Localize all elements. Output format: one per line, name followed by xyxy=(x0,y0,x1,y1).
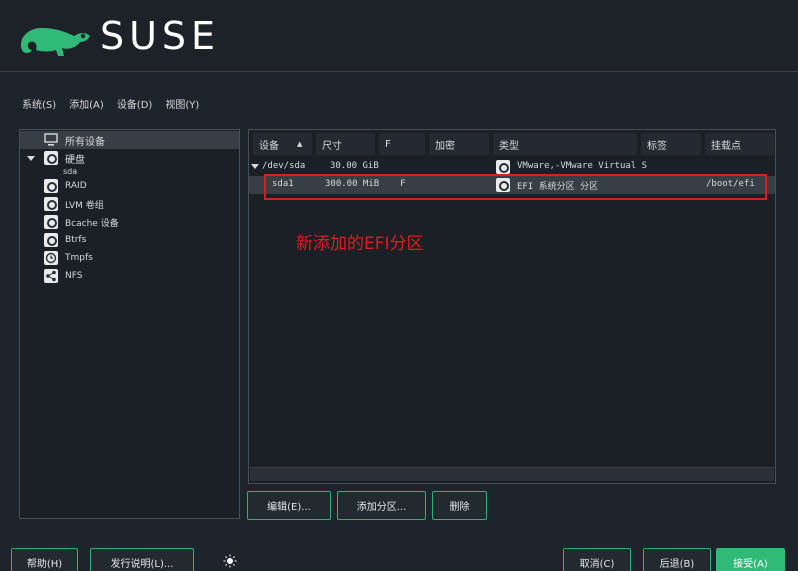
tree-item-tmpfs[interactable]: Tmpfs xyxy=(20,249,239,267)
share-icon xyxy=(44,269,58,283)
tree-item-nfs[interactable]: NFS xyxy=(20,267,239,285)
tree-item-label: 硬盘 xyxy=(65,154,85,166)
accept-button[interactable]: 接受(A) xyxy=(716,548,785,571)
back-button[interactable]: 后退(B) xyxy=(643,548,711,571)
edit-button[interactable]: 编辑(E)... xyxy=(247,491,331,520)
tree-item-label: NFS xyxy=(65,271,83,281)
tree-item-sda[interactable]: sda xyxy=(20,165,239,177)
column-header-f[interactable]: F xyxy=(379,133,426,155)
help-button[interactable]: 帮助(H) xyxy=(11,548,78,571)
column-header-label: 设备 xyxy=(259,140,279,152)
annotation-text: 新添加的EFI分区 xyxy=(296,234,424,254)
menu-device[interactable]: 设备(D) xyxy=(117,96,153,112)
sort-ascending-icon: ▲ xyxy=(297,140,303,148)
cell-device: /dev/sda xyxy=(262,161,306,171)
cell-type: VMware,-VMware Virtual S xyxy=(517,161,648,171)
tree-item-label: 所有设备 xyxy=(65,136,105,148)
tree-item-label: LVM 卷组 xyxy=(65,200,104,211)
delete-button[interactable]: 删除 xyxy=(432,491,487,520)
suse-wordmark: SUSE xyxy=(100,14,221,58)
tree-item-all-devices[interactable]: 所有设备 xyxy=(20,131,239,149)
device-tree[interactable]: 所有设备 硬盘 sda RAID LVM 卷组 Bcache 设备 Btrfs … xyxy=(19,129,240,519)
hard-disk-icon xyxy=(496,160,510,174)
menu-add[interactable]: 添加(A) xyxy=(69,96,104,112)
column-header-type[interactable]: 类型 xyxy=(493,133,638,155)
monitor-icon xyxy=(44,133,58,146)
menubar: 系统(S) 添加(A) 设备(D) 视图(Y) xyxy=(22,96,199,112)
lvm-icon xyxy=(44,197,58,211)
hard-disk-icon xyxy=(44,151,58,165)
tree-item-label: Btrfs xyxy=(65,235,87,245)
tree-item-btrfs[interactable]: Btrfs xyxy=(20,231,239,249)
expand-arrow-icon[interactable] xyxy=(27,156,35,161)
tree-item-bcache[interactable]: Bcache 设备 xyxy=(20,213,239,231)
tree-item-label: Tmpfs xyxy=(65,253,93,263)
suse-chameleon-logo xyxy=(20,28,90,56)
menu-system[interactable]: 系统(S) xyxy=(22,96,56,112)
column-header-label[interactable]: 标签 xyxy=(641,133,702,155)
cell-size: 30.00 GiB xyxy=(330,161,379,171)
column-header-device[interactable]: 设备 ▲ xyxy=(253,133,313,155)
expand-arrow-icon[interactable] xyxy=(251,164,259,169)
menu-view[interactable]: 视图(Y) xyxy=(165,96,199,112)
horizontal-scrollbar[interactable] xyxy=(250,467,774,481)
raid-icon xyxy=(44,179,58,193)
tree-item-lvm[interactable]: LVM 卷组 xyxy=(20,195,239,213)
column-header-mount-point[interactable]: 挂载点 xyxy=(705,133,775,155)
theme-toggle-icon[interactable] xyxy=(221,554,247,568)
annotation-highlight-box xyxy=(264,174,767,200)
header: SUSE xyxy=(0,0,798,72)
tree-item-label: RAID xyxy=(65,181,87,191)
release-notes-button[interactable]: 发行说明(L)... xyxy=(90,548,194,571)
column-header-encryption[interactable]: 加密 xyxy=(429,133,490,155)
column-header-size[interactable]: 尺寸 xyxy=(316,133,376,155)
tree-item-label: Bcache 设备 xyxy=(65,218,119,229)
cancel-button[interactable]: 取消(C) xyxy=(563,548,631,571)
clock-icon xyxy=(44,251,58,265)
bcache-icon xyxy=(44,215,58,229)
tree-item-raid[interactable]: RAID xyxy=(20,177,239,195)
tree-item-label: sda xyxy=(63,166,78,176)
add-partition-button[interactable]: 添加分区... xyxy=(337,491,426,520)
btrfs-icon xyxy=(44,233,58,247)
